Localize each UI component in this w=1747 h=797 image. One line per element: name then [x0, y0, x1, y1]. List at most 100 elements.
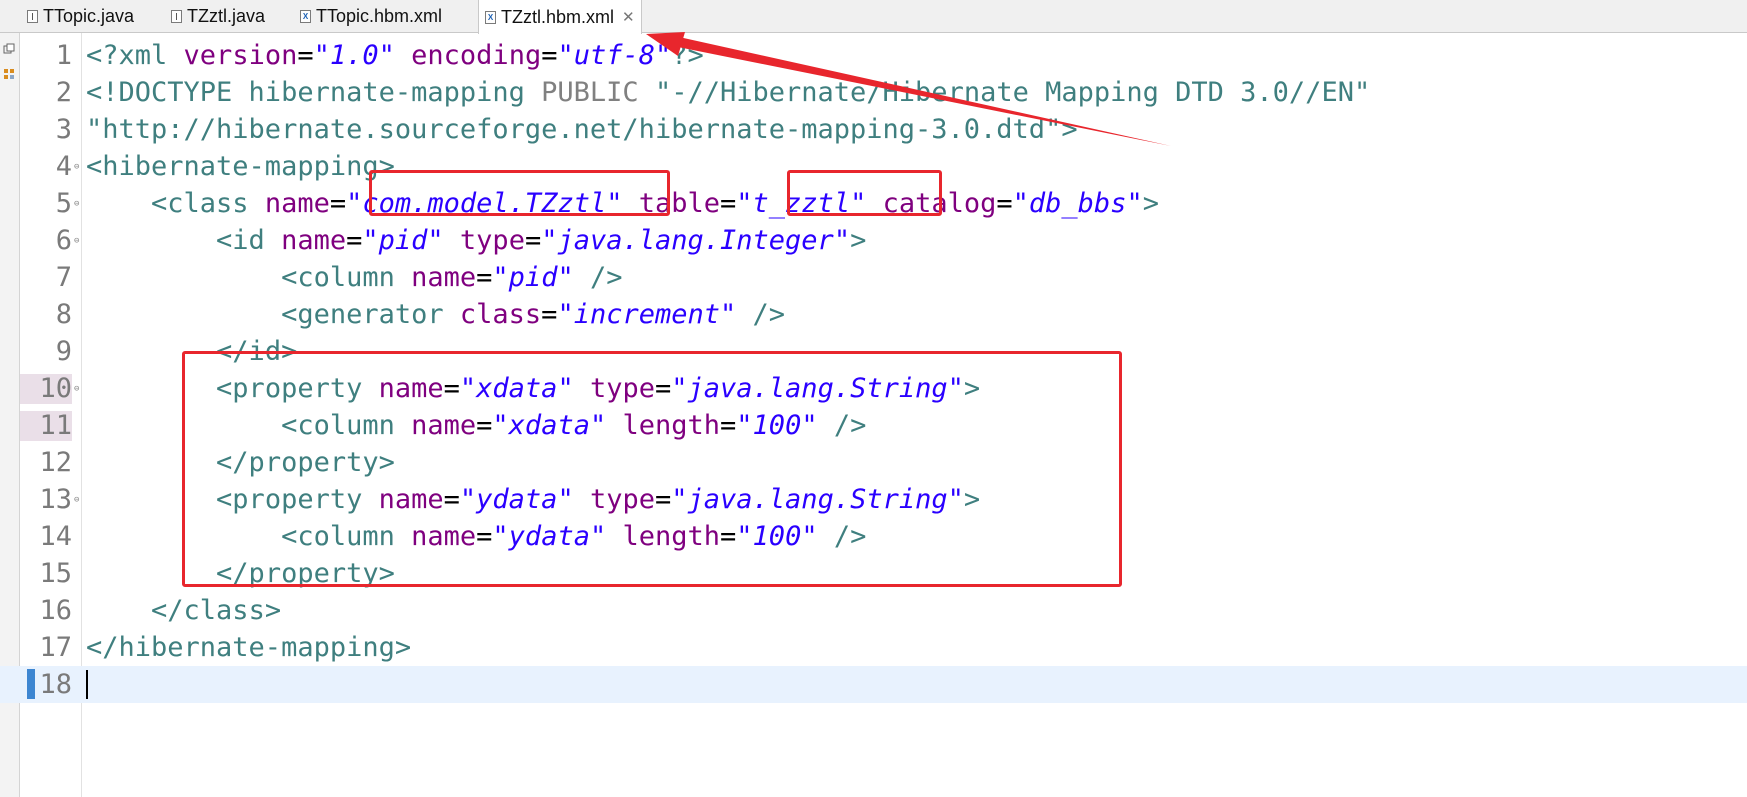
- code-token-tag: <hibernate-mapping>: [86, 151, 395, 182]
- tab-label: TZztl.java: [187, 6, 266, 26]
- code-token-tag: ?>: [671, 40, 704, 71]
- line-number: 14: [39, 521, 72, 552]
- code-token-tag: </class>: [151, 595, 282, 626]
- code-line-16[interactable]: 16 </class>: [0, 592, 1747, 629]
- code-line-3[interactable]: 3 "http://hibernate.sourceforge.net/hiber…: [0, 111, 1747, 148]
- class-name-highlight-box: [369, 170, 670, 216]
- fold-toggle-icon[interactable]: ⊖: [74, 236, 79, 246]
- code-token-txt: =: [541, 299, 558, 330]
- line-number: 13: [39, 484, 72, 515]
- code-token-tag: <id: [216, 225, 282, 256]
- code-token-txt: =: [329, 188, 347, 219]
- tab-ttopic-java[interactable]: TTopic.java: [27, 0, 134, 33]
- code-token-str: "pid": [492, 262, 574, 293]
- tab-tzztl-hbm-xml[interactable]: X TZztl.hbm.xml ✕: [478, 0, 642, 34]
- code-token-tag: <generator: [281, 299, 460, 330]
- code-text: <id name="pid" type="java.lang.Integer">: [86, 225, 866, 257]
- code-line-2[interactable]: 2 <!DOCTYPE hibernate-mapping PUBLIC "-//…: [0, 74, 1747, 111]
- code-token-kw: PUBLIC: [541, 77, 639, 108]
- code-token-attr: class: [459, 299, 542, 330]
- code-token-tag: <column: [281, 262, 412, 293]
- xml-file-icon: X: [485, 10, 496, 24]
- line-number: 1: [55, 40, 72, 71]
- code-line-18[interactable]: 18: [0, 666, 1747, 703]
- xml-file-icon: X: [300, 10, 311, 23]
- tab-label: TTopic.hbm.xml: [316, 6, 443, 26]
- line-number: 18: [39, 669, 72, 700]
- tab-tzztl-java[interactable]: TZztl.java: [171, 0, 265, 33]
- code-line-1[interactable]: 1 <?xml version="1.0" encoding="utf-8"?>: [0, 37, 1747, 74]
- code-text: <hibernate-mapping>: [86, 151, 395, 183]
- fold-toggle-icon[interactable]: ⊖: [74, 162, 79, 172]
- line-number: 15: [39, 558, 72, 589]
- line-number: 4: [55, 151, 72, 182]
- code-token-txt: =: [541, 40, 558, 71]
- code-token-doc: "-//Hibernate/Hibernate Mapping DTD 3.0/…: [654, 77, 1371, 108]
- close-icon[interactable]: ✕: [622, 8, 635, 26]
- code-token-txt: =: [524, 225, 542, 256]
- code-token-str: "1.0": [313, 40, 395, 71]
- code-token-tag: <?xml: [86, 40, 184, 71]
- code-token-tag: <class: [151, 188, 265, 219]
- tab-label: TZztl.hbm.xml: [501, 6, 615, 27]
- code-token-doc: "http://hibernate.sourceforge.net/hibern…: [86, 114, 1062, 145]
- property-block-highlight-box: [182, 351, 1122, 587]
- line-number: 2: [55, 77, 72, 108]
- line-number: 6: [55, 225, 72, 256]
- line-number: 8: [55, 299, 72, 330]
- fold-toggle-icon[interactable]: ⊖: [74, 384, 79, 394]
- code-token-tag: />: [752, 299, 786, 330]
- code-line-17[interactable]: 17 </hibernate-mapping>: [0, 629, 1747, 666]
- code-text: </hibernate-mapping>: [86, 632, 411, 664]
- table-name-highlight-box: [787, 170, 942, 216]
- code-line-7[interactable]: 7 <column name="pid" />: [0, 259, 1747, 296]
- code-text: <generator class="increment" />: [86, 299, 785, 331]
- tab-ttopic-hbm-xml[interactable]: X TTopic.hbm.xml: [300, 0, 442, 33]
- code-line-6[interactable]: 6 ⊖ <id name="pid" type="java.lang.Intege…: [0, 222, 1747, 259]
- fold-toggle-icon[interactable]: ⊖: [74, 199, 79, 209]
- code-token-str: "java.lang.Integer": [541, 225, 851, 256]
- code-token-attr: name: [264, 188, 330, 219]
- code-token-txt: =: [720, 188, 737, 219]
- editor-tab-bar: TTopic.java TZztl.java X TTopic.hbm.xml X TZz…: [0, 0, 1747, 34]
- code-token-str: "utf-8": [557, 40, 672, 71]
- line-number: 5: [55, 188, 72, 219]
- text-caret: [86, 670, 88, 699]
- code-token-txt: =: [996, 188, 1013, 219]
- line-number: 9: [55, 336, 72, 367]
- code-token-txt: =: [476, 262, 493, 293]
- code-text: <column name="pid" />: [86, 262, 622, 294]
- code-token-tag: <!DOCTYPE hibernate-mapping: [86, 77, 542, 108]
- line-number: 17: [39, 632, 72, 663]
- line-number: 3: [55, 114, 72, 145]
- fold-toggle-icon[interactable]: ⊖: [74, 495, 79, 505]
- code-text: <?xml version="1.0" encoding="utf-8"?>: [86, 40, 704, 72]
- code-token-tag: >: [1142, 188, 1159, 219]
- code-token-attr: type: [459, 225, 525, 256]
- code-text: </class>: [86, 595, 281, 627]
- java-file-icon: [27, 10, 38, 23]
- java-file-icon: [171, 10, 182, 23]
- code-token-attr: encoding: [411, 40, 542, 71]
- line-number: 16: [39, 595, 72, 626]
- code-line-8[interactable]: 8 <generator class="increment" />: [0, 296, 1747, 333]
- line-number: 7: [55, 262, 72, 293]
- code-token-tag: >: [850, 225, 867, 256]
- code-token-str: "db_bbs": [1012, 188, 1143, 219]
- line-number: 12: [39, 447, 72, 478]
- tab-label: TTopic.java: [43, 6, 135, 26]
- code-token-txt: =: [346, 225, 363, 256]
- line-number: 10: [20, 374, 72, 404]
- code-text: "http://hibernate.sourceforge.net/hibern…: [86, 114, 1078, 146]
- line-number: 11: [20, 411, 72, 441]
- code-token-tag: />: [589, 262, 623, 293]
